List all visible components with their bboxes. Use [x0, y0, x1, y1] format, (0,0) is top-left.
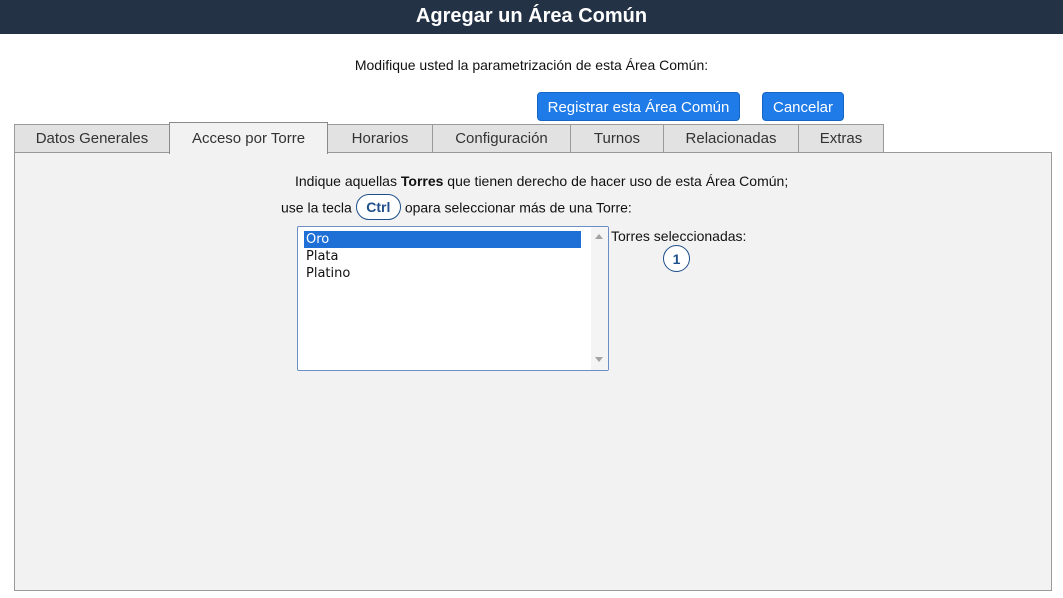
- page-title-bar: Agregar un Área Común: [0, 0, 1063, 34]
- tab-relacionadas[interactable]: Relacionadas: [663, 124, 799, 153]
- tab-acceso-por-torre[interactable]: Acceso por Torre: [169, 122, 328, 154]
- scroll-down-arrow-icon[interactable]: [595, 357, 603, 362]
- tab-horarios[interactable]: Horarios: [327, 124, 433, 153]
- cancel-button[interactable]: Cancelar: [762, 92, 844, 121]
- register-area-button[interactable]: Registrar esta Área Común: [537, 92, 740, 121]
- scroll-up-arrow-icon[interactable]: [595, 234, 603, 239]
- towers-options: Oro Plata Platino: [304, 231, 581, 282]
- tower-option-platino[interactable]: Platino: [304, 265, 581, 282]
- tower-option-plata[interactable]: Plata: [304, 248, 581, 265]
- tab-extras[interactable]: Extras: [798, 124, 884, 153]
- selected-towers-label: Torres seleccionadas:: [611, 228, 747, 244]
- instruction-line-2: use la tecla Ctrl opara seleccionar más de…: [281, 192, 632, 221]
- instruction-text-d: opara seleccionar más de una Torre:: [404, 199, 632, 216]
- tab-configuracion[interactable]: Configuración: [432, 124, 571, 153]
- selected-towers-count-badge: 1: [663, 245, 690, 272]
- instruction-line-1: Indique aquellas Torres que tienen derec…: [295, 173, 788, 189]
- ctrl-key-badge: Ctrl: [355, 194, 401, 221]
- instruction-text-bold: Torres: [400, 173, 444, 189]
- towers-listbox[interactable]: Oro Plata Platino: [297, 226, 609, 371]
- instruction-text-b: que tienen derecho de hacer uso de esta …: [443, 173, 789, 189]
- tab-datos-generales[interactable]: Datos Generales: [14, 124, 170, 153]
- instruction-text-c: use la tecla: [281, 199, 352, 216]
- instruction-text-a: Indique aquellas: [295, 173, 401, 189]
- listbox-scrollbar[interactable]: [591, 227, 608, 370]
- tab-bar: Datos Generales Acceso por Torre Horario…: [14, 122, 1054, 154]
- page-title: Agregar un Área Común: [415, 5, 648, 27]
- tower-option-oro[interactable]: Oro: [304, 231, 581, 248]
- page-subtitle: Modifique usted la parametrización de es…: [354, 57, 709, 73]
- tab-panel-acceso-por-torre: Indique aquellas Torres que tienen derec…: [14, 152, 1052, 591]
- tab-turnos[interactable]: Turnos: [570, 124, 664, 153]
